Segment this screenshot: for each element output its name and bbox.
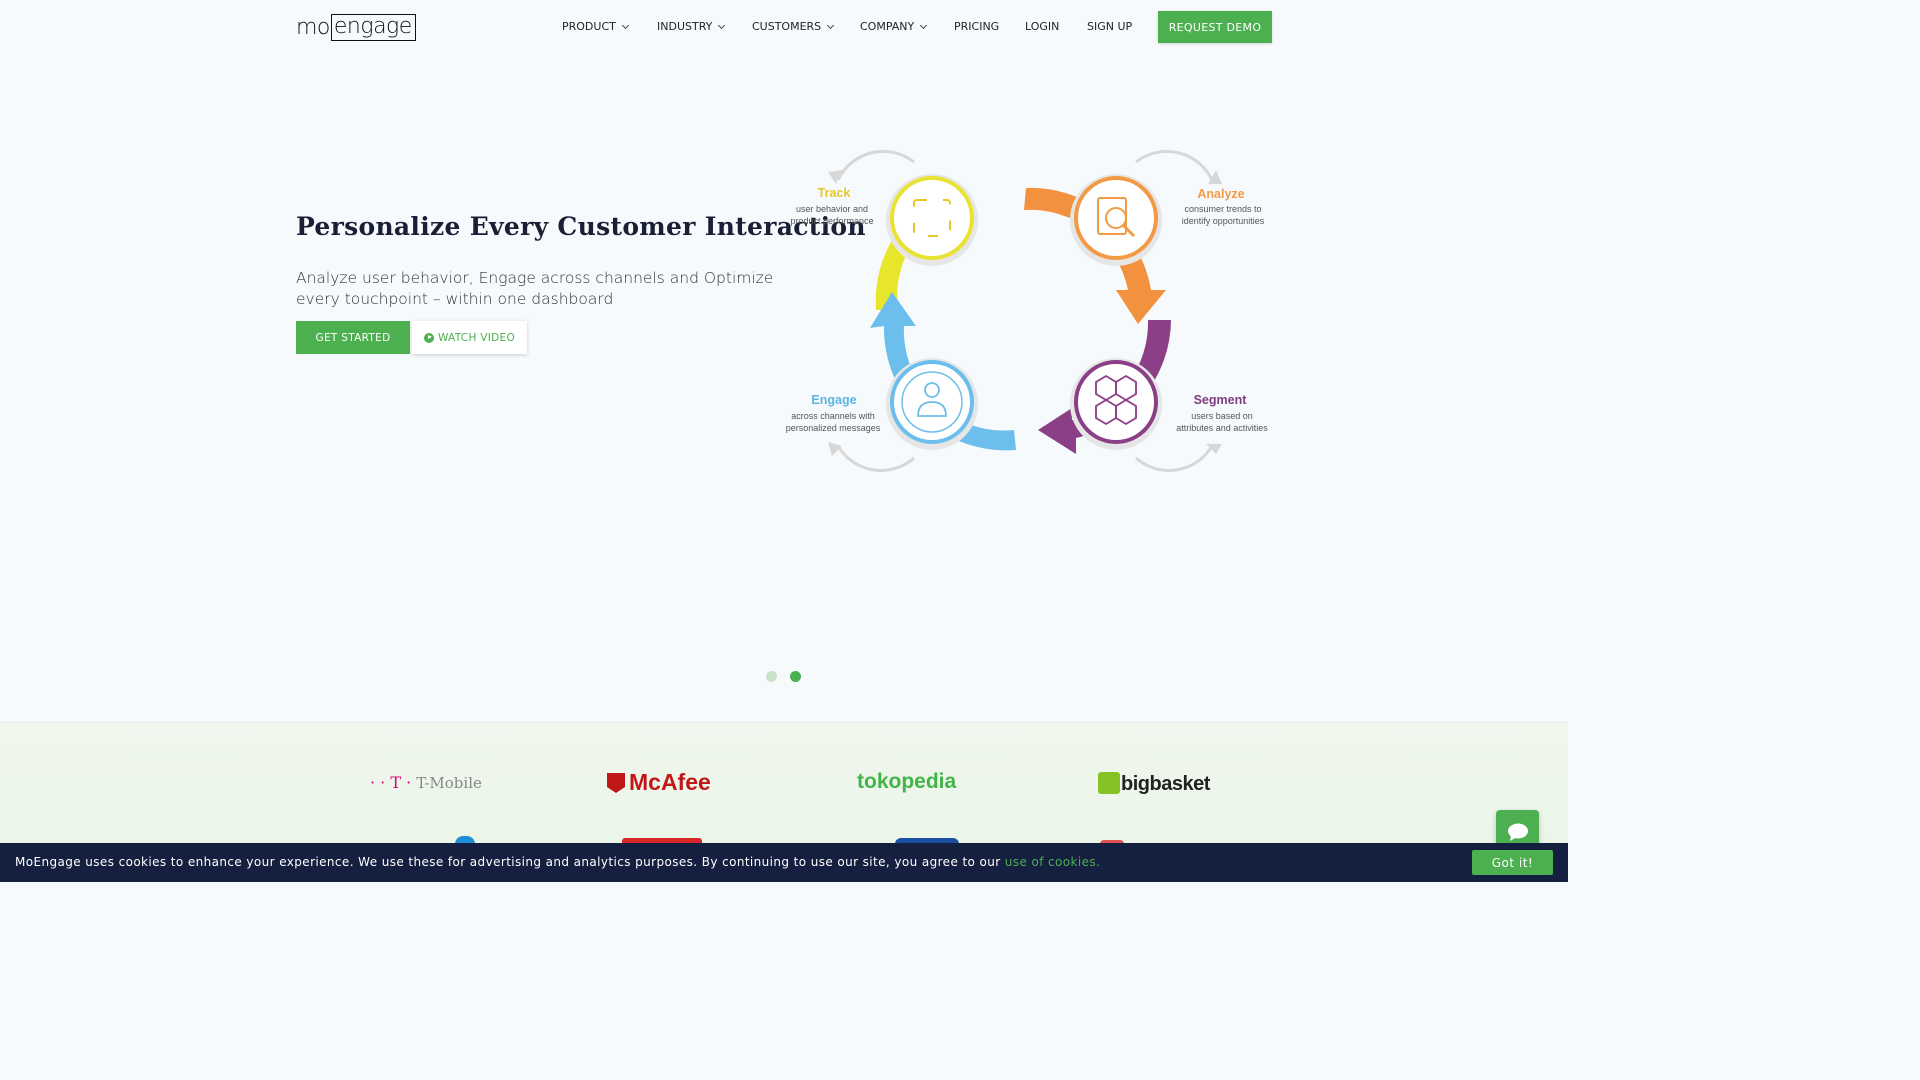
lifecycle-diagram: Track user behavior and product performa… [786,149,1268,472]
moengage-logo[interactable]: mo engage [296,12,416,42]
analyze-line2: identify opportunities [1182,216,1265,226]
hero-subtitle: Analyze user behavior, Engage across cha… [296,269,774,308]
logo-text-mo: mo [296,14,330,40]
chevron-down-icon [827,21,835,30]
nav-customers-label: CUSTOMERS [752,20,822,33]
chevron-down-icon [718,21,726,30]
cookie-banner: MoEngage uses cookies to enhance your ex… [0,843,1568,882]
nav-product[interactable]: PRODUCT [562,20,629,33]
chat-bubble-icon [1507,823,1528,841]
nav-company-label: COMPANY [860,20,915,33]
logo-text-engage: engage [330,13,416,41]
analyze-title: Analyze [1197,187,1244,201]
mcafee-logo: McAfee [607,769,711,796]
mcafee-shield-icon [607,773,625,793]
cookie-policy-link[interactable]: use of cookies. [1005,855,1100,869]
request-demo-button[interactable]: REQUEST DEMO [1158,11,1272,43]
nav-product-label: PRODUCT [562,20,616,33]
analyze-circle [1070,174,1162,266]
get-started-button[interactable]: GET STARTED [296,321,410,354]
chevron-down-icon [920,21,928,30]
nav-industry[interactable]: INDUSTRY [657,20,726,33]
nav-industry-label: INDUSTRY [657,20,713,33]
segment-title: Segment [1194,393,1248,407]
nav-customers[interactable]: CUSTOMERS [752,20,835,33]
carousel-dot-1[interactable] [766,671,777,682]
play-icon [423,332,434,343]
watch-video-button[interactable]: WATCH VIDEO [412,321,527,354]
bigbasket-icon [1098,772,1120,794]
track-circle [886,174,978,266]
carousel-dot-2[interactable] [790,671,801,682]
nav-login[interactable]: LOGIN [1025,20,1059,33]
segment-line2: attributes and activities [1176,423,1268,433]
bigbasket-logo: bigbasket [1098,772,1210,796]
nav-pricing[interactable]: PRICING [954,20,999,33]
segment-circle [1070,358,1162,450]
chevron-down-icon [621,21,629,30]
nav-sign-up[interactable]: SIGN UP [1087,20,1132,33]
segment-line1: users based on [1191,411,1253,421]
got-it-button[interactable]: Got it! [1472,850,1553,875]
tokopedia-logo: tokopedia [857,770,957,793]
nav-company[interactable]: COMPANY [860,20,928,33]
cookie-text: MoEngage uses cookies to enhance your ex… [15,855,1100,869]
engage-line1: across channels with [791,411,875,421]
engage-title: Engage [811,393,856,407]
tmobile-logo: · · T · T-Mobile [370,773,482,792]
watch-video-label: WATCH VIDEO [437,331,516,344]
track-title: Track [818,186,851,200]
engage-circle [886,358,978,450]
analyze-line1: consumer trends to [1184,204,1261,214]
cookie-message: MoEngage uses cookies to enhance your ex… [15,855,1005,869]
site-header: mo engage PRODUCT INDUSTRY CUSTOMERS COMP… [0,0,1568,54]
engage-line2: personalized messages [786,423,881,433]
track-line1: user behavior and [796,204,868,214]
track-line2: product performance [790,216,873,226]
carousel-dots [766,671,801,682]
